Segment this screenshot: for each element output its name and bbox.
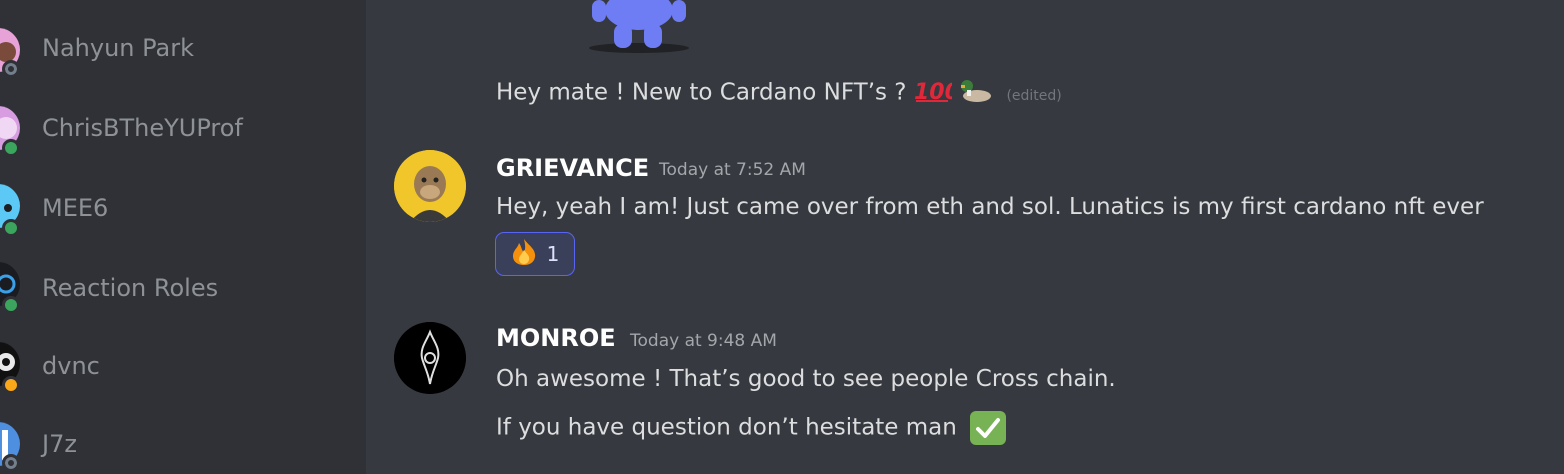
message-timestamp: Today at 9:48 AM — [630, 331, 777, 351]
avatar[interactable] — [394, 150, 466, 222]
message-author[interactable]: MONROE — [496, 324, 616, 352]
message-author[interactable]: GRIEVANCE — [496, 154, 649, 182]
member-name: MEE6 — [42, 194, 109, 222]
message-content: If you have question don’t hesitate man — [496, 414, 957, 441]
svg-text:100: 100 — [914, 80, 952, 103]
member-name: Reaction Roles — [42, 274, 219, 302]
message-content: Oh awesome ! That’s good to see people C… — [496, 366, 1116, 392]
check-mark-icon — [970, 411, 1007, 445]
member-item-mee6[interactable]: MEE6 — [0, 178, 366, 238]
status-offline-icon — [2, 60, 20, 78]
chat-area: Hey mate ! New to Cardano NFT’s ? 100 (e… — [366, 0, 1564, 474]
avatar[interactable] — [394, 322, 466, 394]
fire-icon — [511, 238, 537, 271]
member-item-nahyun-park[interactable]: Nahyun Park — [0, 18, 366, 78]
status-online-icon — [2, 219, 20, 237]
hundred-points-icon: 100 — [914, 77, 960, 109]
message-text-previous: Hey mate ! New to Cardano NFT’s ? 100 (e… — [496, 76, 1062, 110]
status-idle-icon — [2, 376, 20, 394]
member-item-reaction-roles[interactable]: Reaction Roles — [0, 258, 366, 318]
member-name: ChrisBTheYUProf — [42, 114, 243, 142]
edited-label: (edited) — [1006, 87, 1062, 104]
member-name: Nahyun Park — [42, 34, 194, 62]
message-timestamp: Today at 7:52 AM — [659, 160, 806, 180]
member-item-dvnc[interactable]: dvnc — [0, 338, 366, 398]
member-item-chrisbtheyuprof[interactable]: ChrisBTheYUProf — [0, 98, 366, 158]
member-item-j7z[interactable]: J7z — [0, 418, 366, 474]
message-line-2: If you have question don’t hesitate man — [496, 411, 1007, 445]
reaction-count: 1 — [546, 242, 560, 266]
duck-icon — [959, 76, 993, 110]
member-list: Nahyun Park ChrisBTheYUProf MEE6 Reactio… — [0, 0, 366, 474]
message-content: Hey, yeah I am! Just came over from eth … — [496, 194, 1484, 220]
member-name: J7z — [42, 430, 77, 458]
status-offline-icon — [2, 454, 20, 472]
status-online-icon — [2, 139, 20, 157]
message-content: Hey mate ! New to Cardano NFT’s ? — [496, 79, 907, 106]
member-name: dvnc — [42, 352, 100, 380]
status-online-icon — [2, 296, 20, 314]
reaction-button[interactable]: 1 — [495, 232, 575, 276]
sticker-image — [584, 0, 694, 56]
